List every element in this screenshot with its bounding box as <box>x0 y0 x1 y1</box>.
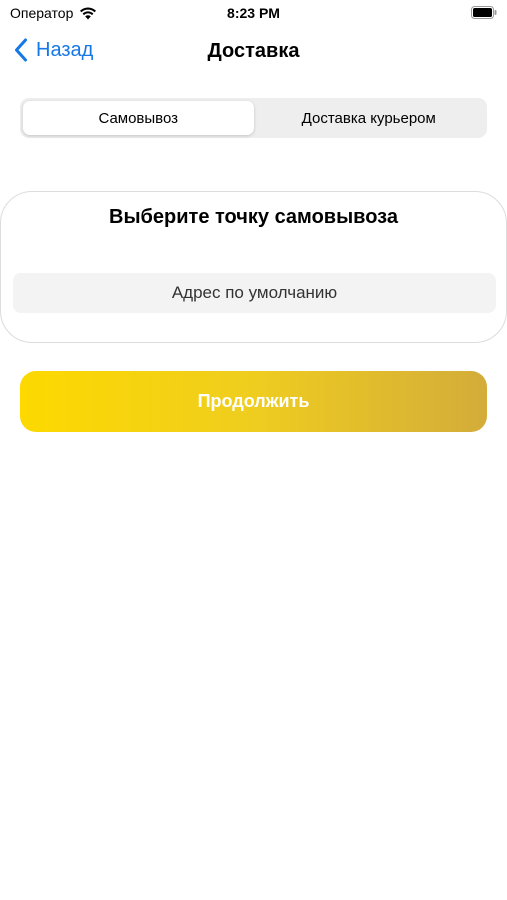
pickup-point-card: Выберите точку самовывоза Адрес по умолч… <box>0 191 507 343</box>
pickup-card-title: Выберите точку самовывоза <box>109 206 398 228</box>
continue-button[interactable]: Продолжить <box>20 371 487 432</box>
page-title: Доставка <box>207 40 300 62</box>
segment-pickup[interactable]: Самовывоз <box>23 101 254 135</box>
delivery-method-segmented-control: Самовывоз Доставка курьером <box>20 98 487 138</box>
segment-courier-delivery[interactable]: Доставка курьером <box>254 101 485 135</box>
navigation-bar: Назад Доставка <box>0 30 507 76</box>
status-bar: Оператор 8:23 PM <box>0 0 507 28</box>
pickup-address-field[interactable]: Адрес по умолчанию <box>13 273 496 313</box>
battery-icon <box>471 6 497 19</box>
status-time: 8:23 PM <box>227 5 280 21</box>
